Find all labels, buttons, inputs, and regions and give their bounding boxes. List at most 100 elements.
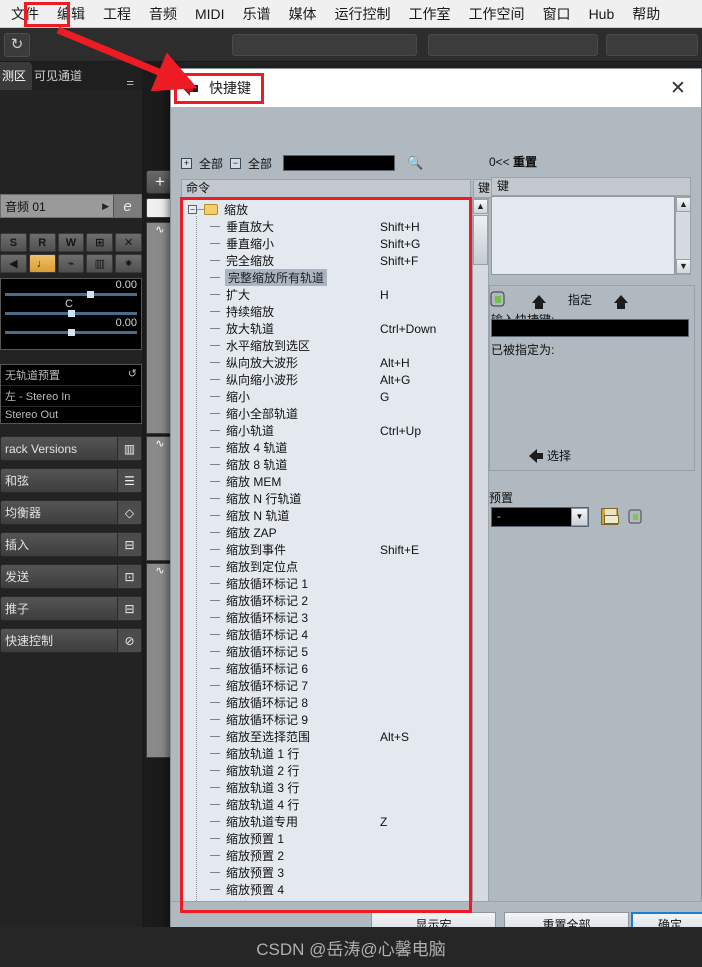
section-chords[interactable]: 和弦 ☰ <box>0 468 142 493</box>
preset-dropdown[interactable]: - ▼ <box>491 507 589 527</box>
send-icon[interactable]: ⊡ <box>117 565 141 588</box>
tree-command-row[interactable]: 缩放 N 行轨道 <box>182 490 470 507</box>
search-icon[interactable]: 🔍 <box>407 155 423 171</box>
toolbar-group-3[interactable] <box>606 34 698 56</box>
toolbar-group-2[interactable] <box>428 34 598 56</box>
tree-command-row[interactable]: 完全缩放 Shift+F <box>182 252 470 269</box>
column-header-command[interactable]: 命令 <box>181 179 471 198</box>
scroll-down-icon[interactable]: ▼ <box>676 259 691 274</box>
section-track-versions[interactable]: rack Versions ▥ <box>0 436 142 461</box>
section-inserts[interactable]: 插入 ⊟ <box>0 532 142 557</box>
lock-button[interactable]: ⌁ <box>57 254 85 273</box>
section-quick-controls[interactable]: 快速控制 ⊘ <box>0 628 142 653</box>
section-fader[interactable]: 推子 ⊟ <box>0 596 142 621</box>
tree-command-row[interactable]: 缩放预置 2 <box>182 847 470 864</box>
track-preset-row[interactable]: 无轨道预置 ↺ <box>1 365 141 386</box>
tree-command-row[interactable]: 缩放轨道 4 行 <box>182 796 470 813</box>
tree-command-row[interactable]: 缩放 8 轨道 <box>182 456 470 473</box>
tree-command-row[interactable]: 缩放 N 轨道 <box>182 507 470 524</box>
search-input[interactable] <box>283 155 396 171</box>
insert-icon[interactable]: ⊟ <box>117 533 141 556</box>
tree-vertical-scrollbar[interactable]: ▲ ▼ <box>472 198 489 952</box>
secondary-slider[interactable] <box>5 329 137 336</box>
tree-command-row[interactable]: 缩放循环标记 8 <box>182 694 470 711</box>
tree-command-row[interactable]: 缩放到定位点 <box>182 558 470 575</box>
expand-all-icon[interactable]: + <box>181 157 192 169</box>
volume-slider[interactable] <box>5 291 137 298</box>
collapse-all-icon[interactable]: − <box>230 157 242 169</box>
menu-audio[interactable]: 音频 <box>140 0 186 28</box>
quickcontrol-icon[interactable]: ⊘ <box>117 629 141 652</box>
collapse-icon[interactable]: − <box>188 205 197 214</box>
menu-edit[interactable]: 编辑 <box>48 0 94 28</box>
toolbar-group-1[interactable] <box>232 34 417 56</box>
assign-up-arrow-left-icon[interactable] <box>532 295 546 309</box>
tree-command-row[interactable]: 持续缩放 <box>182 303 470 320</box>
tree-command-row[interactable]: 缩小 G <box>182 388 470 405</box>
save-preset-icon[interactable] <box>601 508 619 525</box>
fader-icon[interactable]: ⊟ <box>117 597 141 620</box>
input-routing-row[interactable]: 左 - Stereo In <box>1 386 141 407</box>
tree-command-row[interactable]: 缩小轨道 Ctrl+Up <box>182 422 470 439</box>
eq-icon[interactable]: ◇ <box>117 501 141 524</box>
tab-visible-channels[interactable]: 可见通道 <box>32 62 88 90</box>
expand-all-label[interactable]: 全部 <box>199 155 223 172</box>
menu-hub[interactable]: Hub <box>580 2 624 26</box>
tree-command-row[interactable]: 缩放轨道 2 行 <box>182 762 470 779</box>
tree-command-row[interactable]: 水平缩放到选区 <box>182 337 470 354</box>
freeze-button[interactable]: ✷ <box>115 254 142 273</box>
write-button[interactable]: W <box>57 233 85 252</box>
tree-command-row[interactable]: 缩放 ZAP <box>182 524 470 541</box>
bypass-button[interactable]: ✕ <box>115 233 142 252</box>
tab-measure[interactable]: 测区 <box>0 62 33 90</box>
tree-command-row[interactable]: 缩放预置 1 <box>182 830 470 847</box>
tree-command-row[interactable]: 纵向缩小波形 Alt+G <box>182 371 470 388</box>
tree-command-row[interactable]: 缩放轨道 3 行 <box>182 779 470 796</box>
reset-icon[interactable]: ↺ <box>128 367 137 380</box>
input-shortcut-field[interactable] <box>491 319 689 337</box>
tree-command-row[interactable]: 缩放循环标记 2 <box>182 592 470 609</box>
scroll-thumb[interactable] <box>473 215 488 265</box>
menu-media[interactable]: 媒体 <box>280 0 326 28</box>
tree-command-row[interactable]: 纵向放大波形 Alt+H <box>182 354 470 371</box>
tree-command-row[interactable]: 缩放预置 4 <box>182 881 470 898</box>
assign-up-arrow-right-icon[interactable] <box>614 295 629 309</box>
section-sends[interactable]: 发送 ⊡ <box>0 564 142 589</box>
tree-command-row[interactable]: 缩小全部轨道 <box>182 405 470 422</box>
select-row[interactable]: 选择 <box>529 447 571 464</box>
scroll-up-icon[interactable]: ▲ <box>676 197 691 212</box>
reset-row[interactable]: 0<< 重置 <box>489 153 537 170</box>
command-tree[interactable]: − 缩放 垂直放大 Shift+H 垂直缩小 Shift+G 完全缩放 Shift+F 完整缩放… <box>181 198 471 952</box>
menu-help[interactable]: 帮助 <box>623 0 669 28</box>
tree-command-row[interactable]: 缩放预置 3 <box>182 864 470 881</box>
lanes-button[interactable]: ⊞ <box>86 233 114 252</box>
tree-command-row[interactable]: 扩大 H <box>182 286 470 303</box>
versions-icon[interactable]: ▥ <box>117 437 141 460</box>
close-icon[interactable]: ✕ <box>665 79 691 98</box>
menu-midi[interactable]: MIDI <box>186 2 234 26</box>
tree-command-row[interactable]: 缩放循环标记 3 <box>182 609 470 626</box>
tree-command-row[interactable]: 缩放轨道专用 Z <box>182 813 470 830</box>
menu-transport[interactable]: 运行控制 <box>326 0 400 28</box>
menu-project[interactable]: 工程 <box>94 0 140 28</box>
tree-command-row[interactable]: 缩放 MEM <box>182 473 470 490</box>
tree-command-row[interactable]: 缩放到事件 Shift+E <box>182 541 470 558</box>
pan-slider[interactable] <box>5 310 137 317</box>
menu-workspace[interactable]: 工作空间 <box>460 0 534 28</box>
keylist-scrollbar[interactable]: ▲ ▼ <box>675 196 691 275</box>
menu-score[interactable]: 乐谱 <box>234 0 280 28</box>
tree-command-row[interactable]: 缩放循环标记 7 <box>182 677 470 694</box>
assigned-keys-list[interactable] <box>491 196 675 275</box>
tree-command-row[interactable]: 垂直放大 Shift+H <box>182 218 470 235</box>
menu-window[interactable]: 窗口 <box>534 0 580 28</box>
reset-label[interactable]: 重置 <box>513 155 537 169</box>
channel-name-field[interactable]: 音频 01 ▶ e <box>0 194 142 218</box>
solo-button[interactable]: S <box>0 233 27 252</box>
chord-icon[interactable]: ☰ <box>117 469 141 492</box>
tree-command-row[interactable]: 缩放轨道 1 行 <box>182 745 470 762</box>
monitor-button[interactable]: ◀ <box>0 254 27 273</box>
scroll-up-icon[interactable]: ▲ <box>473 199 488 214</box>
read-button[interactable]: R <box>28 233 56 252</box>
tree-command-row[interactable]: 缩放循环标记 1 <box>182 575 470 592</box>
tree-command-row[interactable]: 缩放至选择范围 Alt+S <box>182 728 470 745</box>
